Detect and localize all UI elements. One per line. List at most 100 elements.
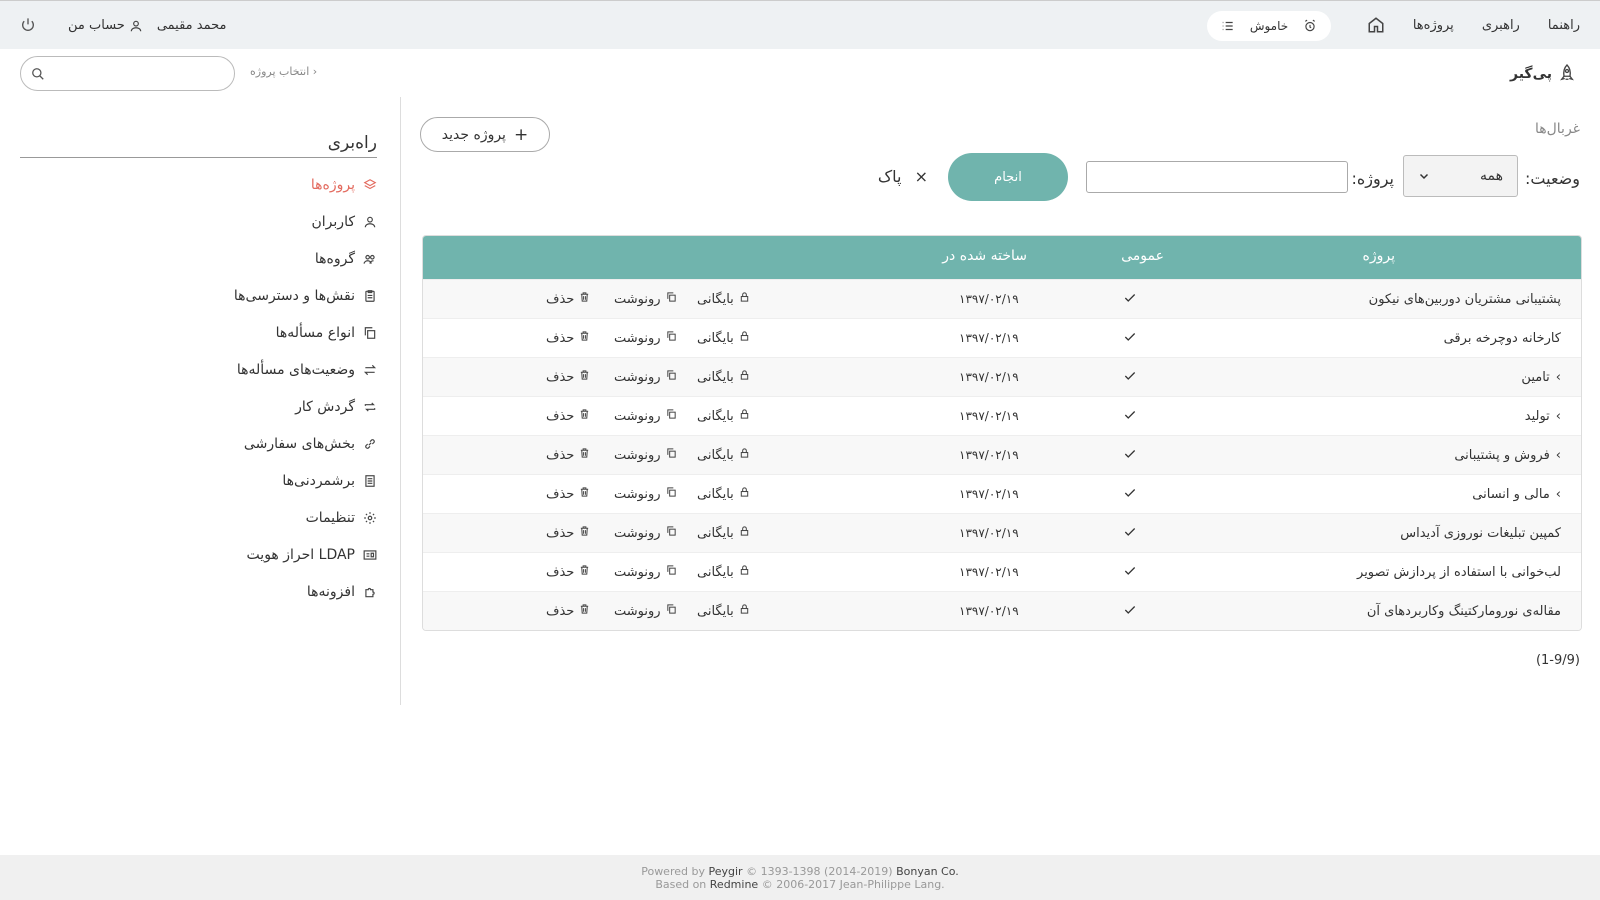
delete-action[interactable]: حذف [546, 408, 590, 424]
bonyan-link[interactable]: Bonyan Co. [896, 865, 959, 878]
project-name[interactable]: مالی و انسانی [1472, 487, 1550, 502]
project-chooser[interactable]: ‹ انتخاب پروژه [250, 65, 317, 78]
alarm-icon [1305, 19, 1315, 32]
logout-power-icon[interactable] [20, 17, 36, 37]
project-name-cell[interactable]: › مالی و انسانی [1472, 487, 1561, 502]
created-date: ۱۳۹۷/۰۲/۱۹ [959, 292, 1019, 306]
sidebar-item[interactable]: نقش‌ها و دسترسی‌ها [20, 277, 377, 314]
copy-action[interactable]: رونوشت [614, 369, 677, 385]
clear-button[interactable]: × پاک [878, 167, 928, 186]
copy-action[interactable]: رونوشت [614, 408, 677, 424]
archive-action[interactable]: بایگانی [697, 486, 750, 502]
project-name[interactable]: تامین [1521, 370, 1549, 385]
logo[interactable]: پی‌گیر [1510, 63, 1576, 85]
chevron-right-icon[interactable]: › [1556, 370, 1561, 385]
created-date: ۱۳۹۷/۰۲/۱۹ [959, 370, 1019, 384]
home-icon[interactable] [1365, 16, 1385, 36]
layers-icon [363, 178, 377, 192]
copyright-2: © 2006-2017 Jean-Philippe Lang. [761, 878, 945, 891]
nav-projects[interactable]: پروژه‌ها [1413, 18, 1454, 33]
id-card-icon [363, 548, 377, 562]
project-name[interactable]: کمپین تبلیغات نوروزی آدیداس [1400, 526, 1561, 541]
delete-action[interactable]: حذف [546, 447, 590, 463]
project-name[interactable]: فروش و پشتیبانی [1454, 448, 1549, 463]
copy-action[interactable]: رونوشت [614, 564, 677, 580]
user-icon [130, 20, 142, 31]
chevron-right-icon[interactable]: › [1556, 409, 1561, 424]
new-project-button[interactable]: + پروژه جدید [420, 117, 550, 152]
project-name-cell[interactable]: کمپین تبلیغات نوروزی آدیداس [1400, 526, 1561, 541]
col-public[interactable]: عمومی [1121, 248, 1164, 264]
nav-help[interactable]: راهنما [1548, 18, 1580, 33]
my-account-link[interactable]: حساب من [68, 18, 125, 33]
delete-action[interactable]: حذف [546, 525, 590, 541]
archive-action[interactable]: بایگانی [697, 525, 750, 541]
archive-action[interactable]: بایگانی [697, 369, 750, 385]
archive-action[interactable]: بایگانی [697, 603, 750, 619]
archive-action[interactable]: بایگانی [697, 330, 750, 346]
redmine-link[interactable]: Redmine [710, 878, 758, 891]
repeat-icon [363, 400, 377, 414]
sidebar-item[interactable]: پروژه‌ها [20, 166, 377, 203]
chevron-right-icon[interactable]: › [1556, 487, 1561, 502]
delete-action[interactable]: حذف [546, 564, 590, 580]
col-created[interactable]: ساخته شده در [942, 248, 1027, 264]
project-name-cell[interactable]: › فروش و پشتیبانی [1454, 448, 1561, 463]
project-name[interactable]: کارخانه دوچرخه برقی [1444, 331, 1561, 346]
project-name-cell[interactable]: پشتیبانی مشتریان دوربین‌های نیکون [1369, 292, 1561, 307]
copy-action[interactable]: رونوشت [614, 330, 677, 346]
nav-administration[interactable]: راهبری [1482, 18, 1520, 33]
project-name-input[interactable] [1086, 161, 1348, 193]
sidebar-item[interactable]: انواع مسأله‌ها [20, 314, 377, 351]
sidebar-item[interactable]: گروه‌ها [20, 240, 377, 277]
delete-action[interactable]: حذف [546, 603, 590, 619]
project-name[interactable]: لب‌خوانی با استفاده از پردازش تصویر [1357, 565, 1561, 580]
apply-button[interactable]: انجام [948, 153, 1068, 201]
project-name[interactable]: پشتیبانی مشتریان دوربین‌های نیکون [1369, 292, 1561, 307]
filter-row: وضعیت: همه پروژه: انجام × پاک [420, 153, 1580, 201]
archive-action[interactable]: بایگانی [697, 408, 750, 424]
project-name-cell[interactable]: لب‌خوانی با استفاده از پردازش تصویر [1357, 565, 1561, 580]
project-name-cell[interactable]: › تولید [1525, 409, 1561, 424]
copy-label: رونوشت [614, 603, 661, 619]
peygir-link[interactable]: Peygir [708, 865, 742, 878]
gear-icon [363, 511, 377, 525]
sidebar-item[interactable]: بخش‌های سفارشی [20, 425, 377, 462]
project-name-cell[interactable]: کارخانه دوچرخه برقی [1444, 331, 1561, 346]
created-date: ۱۳۹۷/۰۲/۱۹ [959, 487, 1019, 501]
mute-toggle[interactable]: خاموش [1207, 11, 1331, 41]
archive-action[interactable]: بایگانی [697, 291, 750, 307]
sidebar-item[interactable]: کاربران [20, 203, 377, 240]
status-select[interactable]: همه [1403, 155, 1518, 197]
sidebar-item[interactable]: گردش کار [20, 388, 377, 425]
user-name[interactable]: محمد مقیمی [157, 18, 227, 33]
delete-action[interactable]: حذف [546, 291, 590, 307]
project-name[interactable]: مقاله‌ی نورومارکتینگ وکاربردهای آن [1367, 604, 1561, 619]
delete-action[interactable]: حذف [546, 330, 590, 346]
project-name-cell[interactable]: › تامین [1521, 370, 1561, 385]
chevron-right-icon[interactable]: › [1556, 448, 1561, 463]
delete-label: حذف [546, 486, 575, 502]
top-nav: پروژه‌ها راهبری راهنما [1347, 1, 1580, 50]
copy-action[interactable]: رونوشت [614, 486, 677, 502]
project-name-cell[interactable]: مقاله‌ی نورومارکتینگ وکاربردهای آن [1367, 604, 1561, 619]
delete-action[interactable]: حذف [546, 369, 590, 385]
check-icon [1123, 447, 1137, 465]
copy-action[interactable]: رونوشت [614, 525, 677, 541]
sidebar-item[interactable]: احراز هویت LDAP [20, 536, 377, 573]
sidebar-item[interactable]: وضعیت‌های مسأله‌ها [20, 351, 377, 388]
sidebar-item[interactable]: برشمردنی‌ها [20, 462, 377, 499]
chevron-down-icon [1419, 173, 1429, 180]
archive-action[interactable]: بایگانی [697, 447, 750, 463]
archive-action[interactable]: بایگانی [697, 564, 750, 580]
col-project[interactable]: پروژه [1363, 248, 1395, 264]
project-name[interactable]: تولید [1525, 409, 1550, 424]
copy-action[interactable]: رونوشت [614, 291, 677, 307]
copy-action[interactable]: رونوشت [614, 603, 677, 619]
delete-action[interactable]: حذف [546, 486, 590, 502]
sidebar-item[interactable]: افزونه‌ها [20, 573, 377, 610]
sidebar-item[interactable]: تنظیمات [20, 499, 377, 536]
copy-action[interactable]: رونوشت [614, 447, 677, 463]
copy-label: رونوشت [614, 525, 661, 541]
search-input[interactable] [20, 56, 235, 91]
